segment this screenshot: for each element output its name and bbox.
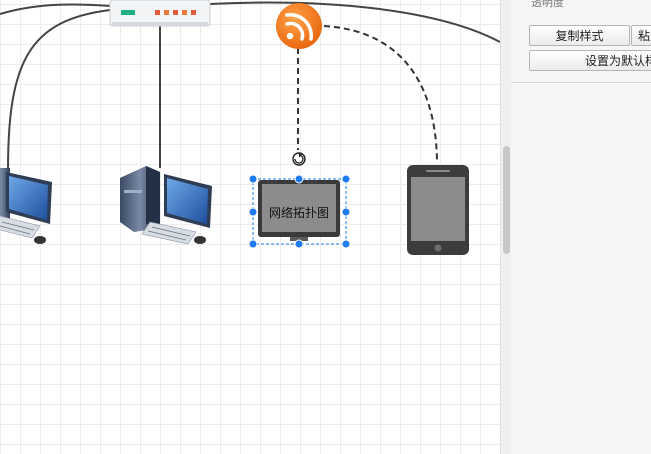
resize-handle-n [294,174,304,184]
resize-handle-sw [248,239,258,249]
set-default-style-button[interactable]: 设置为默认样式 [529,50,651,71]
tablet-icon[interactable] [407,165,469,255]
resize-handle-se [341,239,351,249]
resize-handle-w [248,207,258,217]
panel-divider [511,82,651,83]
diagram-canvas[interactable]: 网络拓扑图 [0,0,500,454]
vertical-scrollbar[interactable] [500,0,511,454]
connector-top-right[interactable] [209,1,500,43]
diagram-svg [0,0,500,255]
connector-rss-tablet[interactable] [323,25,438,161]
desktop-computer-icon[interactable] [120,166,212,245]
resize-handle-ne [341,174,351,184]
selected-shape-label[interactable]: 网络拓扑图 [258,204,340,221]
resize-handle-nw [248,174,258,184]
desktop-computer-left-icon[interactable] [0,168,52,244]
network-switch-icon[interactable] [109,0,211,27]
connector-left-curve[interactable] [7,9,111,171]
rss-feed-icon[interactable] [276,3,322,49]
style-panel: 透明度 复制样式 粘贴样式 设置为默认样式 [511,0,651,454]
paste-style-button[interactable]: 粘贴样式 [631,25,651,46]
resize-handle-s [294,239,304,249]
rotate-handle-icon[interactable] [292,152,306,166]
panel-cut-label: 透明度 [531,0,564,9]
resize-handle-e [341,207,351,217]
copy-style-button[interactable]: 复制样式 [529,25,630,46]
scrollbar-thumb[interactable] [503,146,510,254]
